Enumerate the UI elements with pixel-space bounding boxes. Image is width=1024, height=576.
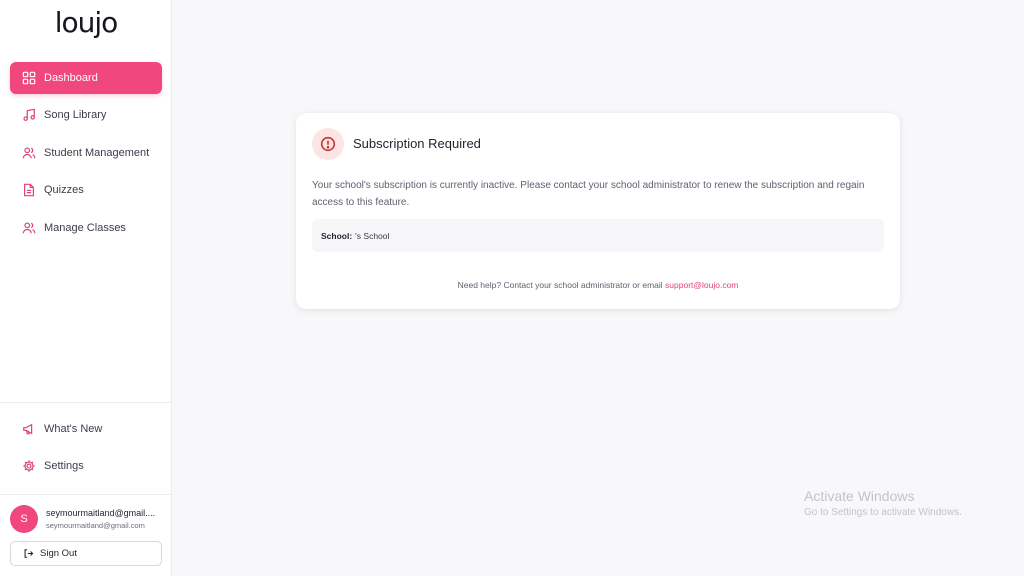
- sidebar-item-label: Dashboard: [44, 72, 98, 84]
- sidebar-item-label: Manage Classes: [44, 222, 126, 234]
- users-icon: [22, 221, 36, 235]
- help-text: Need help? Contact your school administr…: [296, 280, 900, 290]
- sidebar-item-whats-new[interactable]: What's New: [10, 413, 162, 445]
- sign-out-icon: [24, 549, 34, 558]
- sign-out-label: Sign Out: [40, 548, 77, 559]
- support-email-link[interactable]: support@loujo.com: [665, 280, 738, 290]
- sidebar-item-student-management[interactable]: Student Management: [10, 137, 162, 169]
- avatar: S: [10, 505, 38, 533]
- school-info: School: 's School: [312, 219, 884, 252]
- sidebar-item-label: What's New: [44, 423, 103, 435]
- sidebar-item-settings[interactable]: Settings: [10, 450, 162, 482]
- activate-windows-title: Activate Windows: [804, 488, 915, 504]
- sidebar-item-label: Student Management: [44, 147, 150, 159]
- sidebar-item-label: Song Library: [44, 109, 107, 121]
- subscription-required-card: Subscription Required Your school's subs…: [296, 113, 900, 309]
- alert-icon-badge: [312, 128, 344, 160]
- music-note-icon: [22, 108, 36, 122]
- sidebar-item-song-library[interactable]: Song Library: [10, 99, 162, 131]
- help-message: Need help? Contact your school administr…: [457, 280, 666, 290]
- sidebar-divider: [0, 494, 172, 495]
- app-logo[interactable]: loujo: [0, 6, 172, 39]
- alert-circle-icon: [320, 136, 336, 152]
- sidebar: loujo Dashboard Song Library Student Man…: [0, 0, 172, 576]
- user-profile[interactable]: S seymourmaitland@gmail.... seymourmaitl…: [10, 505, 166, 533]
- user-email: seymourmaitland@gmail.com: [46, 521, 145, 530]
- sidebar-item-quizzes[interactable]: Quizzes: [10, 174, 162, 206]
- sidebar-item-label: Quizzes: [44, 184, 84, 196]
- gear-icon: [22, 459, 36, 473]
- activate-windows-subtitle: Go to Settings to activate Windows.: [804, 507, 962, 518]
- megaphone-icon: [22, 422, 36, 436]
- card-title: Subscription Required: [353, 136, 481, 151]
- card-description: Your school's subscription is currently …: [312, 180, 865, 208]
- sidebar-item-label: Settings: [44, 460, 84, 472]
- users-icon: [22, 146, 36, 160]
- sidebar-item-dashboard[interactable]: Dashboard: [10, 62, 162, 94]
- document-icon: [22, 183, 36, 197]
- user-name: seymourmaitland@gmail....: [46, 508, 156, 518]
- sidebar-item-manage-classes[interactable]: Manage Classes: [10, 212, 162, 244]
- sidebar-divider: [0, 402, 172, 403]
- school-value: 's School: [355, 230, 390, 241]
- dashboard-grid-icon: [22, 71, 36, 85]
- school-label: School:: [321, 230, 353, 241]
- sign-out-button[interactable]: Sign Out: [10, 541, 162, 566]
